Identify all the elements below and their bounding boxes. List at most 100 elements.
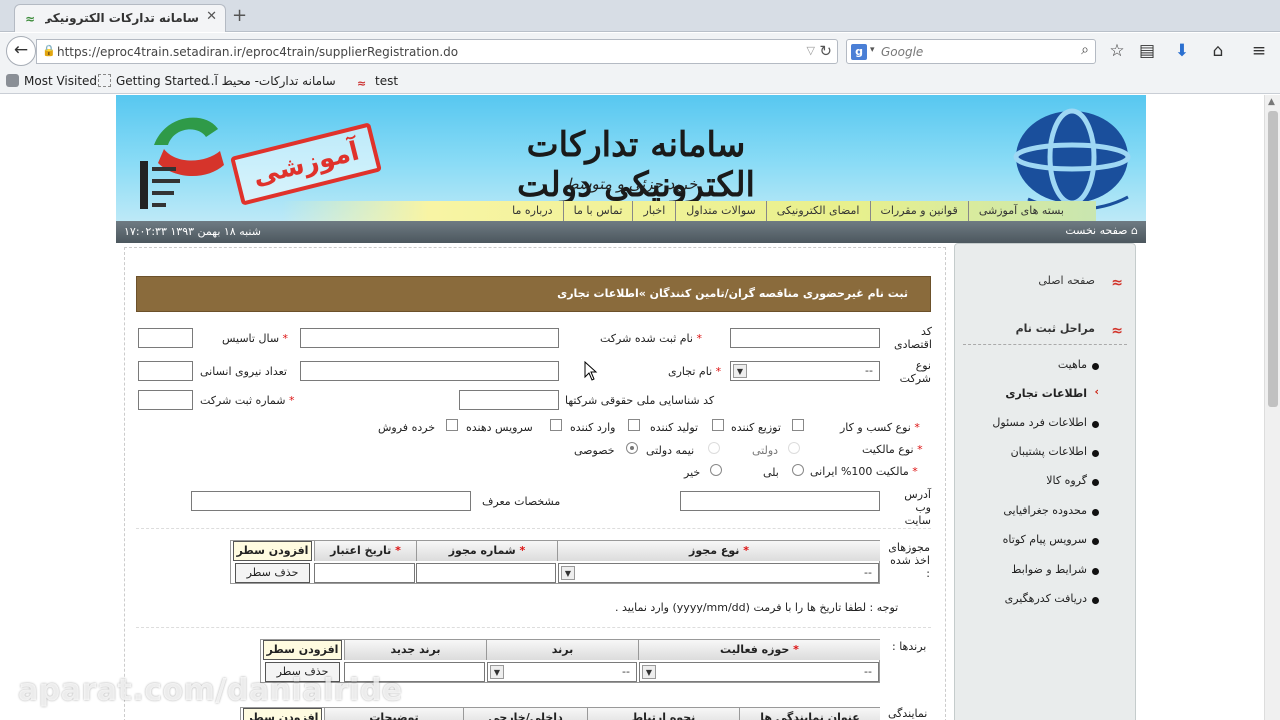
browser-tab[interactable]: ≈ سامانه تدارکات الکترونیکی دولت ✕	[14, 4, 226, 32]
home-link[interactable]: ⌂ صفحه نخست	[1065, 224, 1138, 237]
national-id-input[interactable]	[459, 390, 559, 410]
founding-year-input[interactable]	[138, 328, 193, 348]
search-icon[interactable]: ⌕	[1081, 42, 1089, 58]
brand-add-row-button[interactable]: افزودن سطر	[263, 640, 342, 660]
menu-news[interactable]: اخبار	[632, 201, 675, 221]
menu-about[interactable]: درباره ما	[502, 201, 562, 221]
license-number-input[interactable]	[416, 563, 556, 583]
iranian-yes-radio[interactable]	[792, 464, 804, 476]
trade-name-input[interactable]	[300, 361, 559, 381]
header-text: شماره مجوز	[448, 544, 516, 557]
sidebar-item-support-info[interactable]: اطلاعات پشتیبان	[1011, 445, 1087, 458]
sidebar-item-goods-group[interactable]: گروه کالا	[1046, 474, 1087, 487]
bookmarks-bar: Most Visited Getting Started سامانه تدار…	[0, 69, 1280, 94]
brand-select[interactable]: -- ▼	[487, 662, 637, 682]
reg-number-input[interactable]	[138, 390, 193, 410]
bookmark-setad[interactable]: سامانه تدارکات- محیط آ...	[203, 74, 336, 88]
search-bar[interactable]: g ▾ Google ⌕	[846, 39, 1096, 64]
google-icon: g	[851, 44, 867, 60]
star-bookmark-icon[interactable]: ☆	[1105, 39, 1129, 63]
license-type-select[interactable]: -- ▼	[558, 563, 879, 583]
license-remove-row-button[interactable]: حذف سطر	[235, 563, 310, 583]
trade-name-text: نام تجاری	[668, 365, 713, 378]
manufacturer-checkbox[interactable]	[712, 419, 724, 431]
browser-nav-bar: 🔒 https://eproc4train.setadiran.ir/eproc…	[0, 33, 1280, 69]
agencies-label: نمایندگی	[888, 707, 928, 720]
iranian-no-radio[interactable]	[710, 464, 722, 476]
agency-contact-header: نحوه ارتباط	[587, 708, 739, 720]
retailer-label: خرده فروش	[378, 421, 436, 434]
download-icon[interactable]: ⬇	[1170, 39, 1194, 63]
bookmark-getting-started[interactable]: Getting Started	[98, 74, 209, 88]
iranian-ownership-label: * مالکیت 100% ایرانی	[810, 465, 918, 478]
sidebar-home-link[interactable]: ≈ صفحه اصلی	[1038, 274, 1123, 290]
activity-field-value: --	[864, 665, 872, 678]
ownership-private-label: خصوصی	[574, 444, 615, 457]
dropdown-arrow-icon[interactable]: ▽	[807, 44, 815, 57]
sidebar-item-nature[interactable]: ماهیت	[1058, 358, 1087, 371]
introducer-input[interactable]	[191, 491, 471, 511]
sidebar-item-responsible-person[interactable]: اطلاعات فرد مسئول	[992, 416, 1087, 429]
scrollbar-thumb[interactable]	[1268, 111, 1278, 407]
reading-list-icon[interactable]: ▤	[1135, 39, 1159, 63]
chevron-down-icon[interactable]: ▾	[870, 45, 875, 55]
sidebar-item-tracking-code[interactable]: دریافت کدرهگیری	[1005, 592, 1087, 605]
new-brand-header: برند جدید	[344, 640, 486, 660]
chevron-down-icon: ▼	[733, 364, 747, 378]
top-menu: بسته های آموزشیقوانین و مقرراتامضای الکت…	[282, 201, 1096, 221]
mouse-pointer-icon	[584, 361, 598, 381]
globe-logo-icon	[1013, 108, 1131, 211]
activity-field-select[interactable]: -- ▼	[639, 662, 879, 682]
company-type-select[interactable]: -- ▼	[730, 361, 880, 381]
sidebar-item-terms[interactable]: شرایط و ضوابط	[1011, 563, 1087, 576]
license-add-row-button[interactable]: افزودن سطر	[233, 541, 312, 561]
setad-logo-icon: ≈	[1111, 323, 1123, 339]
business-type-label: * نوع کسب و کار	[840, 421, 920, 434]
website-input[interactable]	[680, 491, 880, 511]
bookmark-most-visited[interactable]: Most Visited	[6, 74, 97, 88]
staff-count-input[interactable]	[138, 361, 193, 381]
menu-e-signature[interactable]: امضای الکترونیکی	[765, 201, 870, 221]
header-text: تاریخ اعتبار	[330, 544, 392, 557]
ownership-government-radio[interactable]	[788, 442, 800, 454]
brands-label: برندها :	[892, 640, 927, 653]
agency-table: عنوان نمایندگی ها نحوه ارتباط داخلی/خارج…	[240, 707, 880, 720]
agency-add-row-button[interactable]: افزودن سطر	[243, 708, 322, 720]
scroll-up-icon[interactable]: ▲	[1268, 97, 1275, 107]
service-provider-checkbox[interactable]	[550, 419, 562, 431]
company-reg-name-input[interactable]	[300, 328, 559, 348]
introducer-label: مشخصات معرف	[482, 495, 561, 508]
browser-tab-bar: ≈ سامانه تدارکات الکترونیکی دولت ✕ +	[0, 0, 1280, 32]
back-button[interactable]: ←	[6, 36, 36, 66]
reload-icon[interactable]: ↻	[819, 42, 832, 60]
importer-checkbox[interactable]	[628, 419, 640, 431]
economic-code-input[interactable]	[730, 328, 880, 348]
iranian-yes-label: بلی	[763, 466, 779, 479]
ownership-semi-government-radio[interactable]	[708, 442, 720, 454]
url-bar[interactable]: 🔒 https://eproc4train.setadiran.ir/eproc…	[36, 39, 838, 64]
agency-notes-header: توضیحات	[324, 708, 463, 720]
sidebar-item-sms-service[interactable]: سرویس پیام کوتاه	[1003, 533, 1087, 546]
close-tab-icon[interactable]: ✕	[206, 9, 217, 24]
menu-contact[interactable]: تماس با ما	[562, 201, 633, 221]
menu-training-packages[interactable]: بسته های آموزشی	[967, 201, 1074, 221]
sidebar-item-geographic-range[interactable]: محدوده جغرافیایی	[1003, 504, 1087, 517]
license-expiry-input[interactable]	[314, 563, 415, 583]
banner-subtitle: خرید جزئی و متوسط	[564, 175, 698, 193]
home-icon[interactable]: ⌂	[1206, 39, 1230, 63]
header-text: حوزه فعالیت	[720, 643, 790, 656]
ownership-private-radio[interactable]	[626, 442, 638, 454]
new-tab-icon[interactable]: +	[232, 5, 247, 26]
agency-title-header: عنوان نمایندگی ها	[739, 708, 880, 720]
registration-sidebar: ≈ صفحه اصلی ≈ مراحل ثبت نام ماهیت ‹ اطلاعا…	[954, 243, 1136, 720]
page-scrollbar[interactable]: ▲	[1264, 95, 1280, 720]
bookmark-label: سامانه تدارکات- محیط آ...	[203, 74, 336, 88]
sidebar-item-business-info[interactable]: اطلاعات تجاری	[1005, 387, 1087, 400]
iranian-no-label: خیر	[684, 466, 701, 479]
menu-faq[interactable]: سوالات متداول	[675, 201, 765, 221]
bookmark-test[interactable]: ≈ test	[357, 74, 398, 90]
menu-icon[interactable]: ≡	[1247, 39, 1271, 63]
retailer-checkbox[interactable]	[446, 419, 458, 431]
distributor-checkbox[interactable]	[792, 419, 804, 431]
menu-regulations[interactable]: قوانین و مقررات	[869, 201, 968, 221]
